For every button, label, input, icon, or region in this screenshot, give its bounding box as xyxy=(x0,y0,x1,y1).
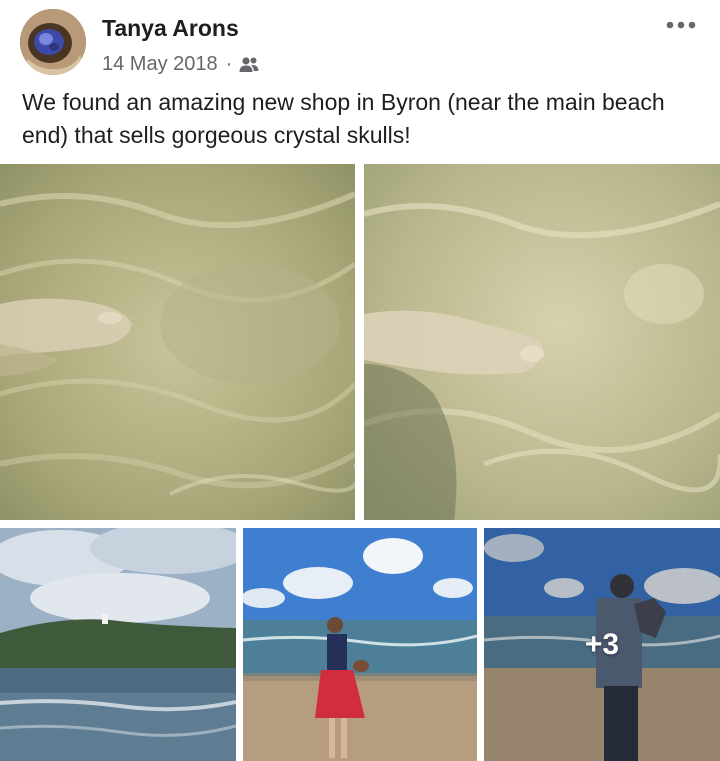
photo-2[interactable] xyxy=(364,164,720,520)
author-name[interactable]: Tanya Arons xyxy=(102,15,239,42)
post-header: Tanya Arons 14 May 2018 · xyxy=(0,0,720,82)
more-photos-count: +3 xyxy=(584,627,620,661)
more-options-icon[interactable] xyxy=(664,16,698,34)
photo-5[interactable]: +3 xyxy=(484,528,720,761)
post-caption: We found an amazing new shop in Byron (n… xyxy=(22,89,665,148)
meta-separator: · xyxy=(225,53,233,75)
post-card: Tanya Arons 14 May 2018 · We found an am… xyxy=(0,0,720,761)
author-avatar[interactable] xyxy=(20,9,86,75)
friends-icon[interactable] xyxy=(238,55,260,75)
post-date[interactable]: 14 May 2018 xyxy=(102,53,218,76)
more-photos-overlay[interactable]: +3 xyxy=(484,528,720,761)
photo-4[interactable] xyxy=(243,528,477,761)
post-meta: 14 May 2018 · xyxy=(102,53,260,76)
photo-3[interactable] xyxy=(0,528,236,761)
photo-1[interactable] xyxy=(0,164,355,520)
